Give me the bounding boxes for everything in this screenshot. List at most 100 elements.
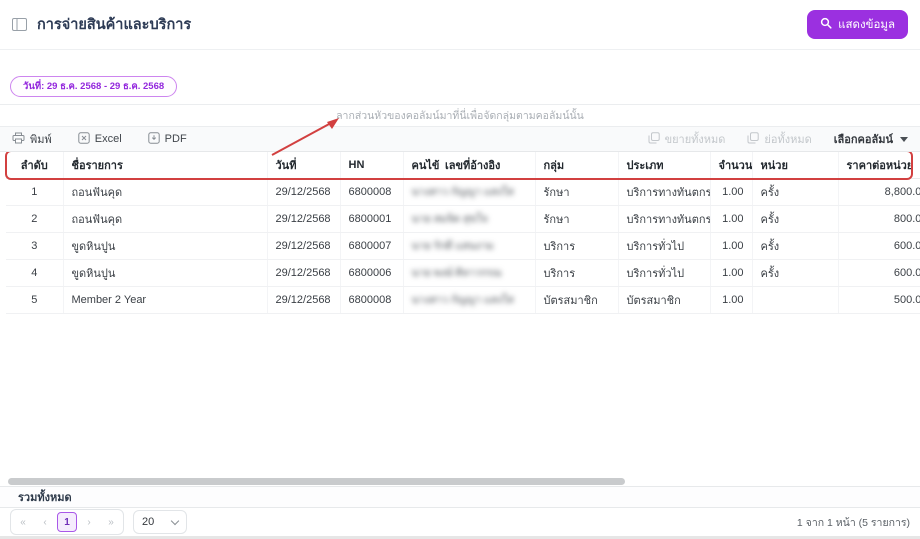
- page-size-select[interactable]: 20: [133, 510, 187, 534]
- filter-row: วันที่: 29 ธ.ค. 2568 - 29 ธ.ค. 2568: [0, 50, 920, 97]
- choose-columns-button[interactable]: เลือกคอลัมน์: [834, 130, 908, 148]
- collapse-all-label: ย่อทั้งหมด: [764, 134, 812, 146]
- table-row: 4 ขูดหินปูน 29/12/2568 6800006 นาย พงษ์ …: [6, 259, 920, 287]
- excel-label: Excel: [94, 133, 122, 145]
- summary-row: รวมทั้งหมด: [0, 486, 920, 508]
- prev-page-button[interactable]: ‹: [35, 512, 55, 532]
- patient-name-redacted: นาย พงษ์ ศิลาวรรณ: [411, 267, 502, 279]
- cell-patient: นาย รักดี แสนงาม: [403, 232, 494, 260]
- page-number-button[interactable]: 1: [57, 512, 77, 532]
- cell-item-name: ถอนฟันคุด: [63, 178, 268, 206]
- show-data-label: แสดงข้อมูล: [838, 18, 895, 31]
- collapse-all-button[interactable]: ย่อทั้งหมด: [747, 130, 812, 148]
- col-header-reference[interactable]: เลขที่อ้างอิง: [437, 152, 536, 179]
- cell-no: 2: [6, 205, 64, 233]
- search-icon: [820, 17, 832, 32]
- table-row: 2 ถอนฟันคุด 29/12/2568 6800001 นาย สมจิต…: [6, 205, 920, 233]
- pdf-label: PDF: [164, 133, 187, 145]
- cell-unit-price: 500.00: [838, 286, 920, 314]
- date-range-chip[interactable]: วันที่: 29 ธ.ค. 2568 - 29 ธ.ค. 2568: [10, 76, 178, 97]
- cell-qty: 1.00: [710, 178, 753, 206]
- cell-type: บริการทางทันตกรรม: [618, 178, 711, 206]
- expand-all-label: ขยายทั้งหมด: [664, 134, 726, 146]
- col-header-type[interactable]: ประเภท: [618, 152, 711, 179]
- data-table: ลำดับ ชื่อรายการ วันที่ HN คนไข้ เลขที่อ…: [6, 152, 920, 314]
- page-buttons-group: « ‹ 1 › »: [10, 509, 124, 535]
- cell-type: บัตรสมาชิก: [618, 286, 711, 314]
- last-page-button[interactable]: »: [101, 512, 121, 532]
- cell-unit-price: 8,800.00: [838, 178, 920, 206]
- cell-item-name: ขูดหินปูน: [63, 259, 268, 287]
- cell-type: บริการทางทันตกรรม: [618, 205, 711, 233]
- cell-qty: 1.00: [710, 205, 753, 233]
- summary-total-label: รวมทั้งหมด: [18, 492, 72, 504]
- grid-toolbar: พิมพ์ Excel PDF ขยายทั้งหมด ย่อทั้งหมด เ…: [0, 126, 920, 152]
- cell-date: 29/12/2568: [267, 178, 341, 206]
- col-header-date[interactable]: วันที่: [267, 152, 341, 179]
- col-header-group[interactable]: กลุ่ม: [535, 152, 619, 179]
- group-hint-text: ลากส่วนหัวของคอลัมน์มาที่นี่เพื่อจัดกลุ่…: [336, 110, 584, 122]
- excel-file-icon: [78, 131, 90, 147]
- next-page-button[interactable]: ›: [79, 512, 99, 532]
- cell-no: 4: [6, 259, 64, 287]
- cell-patient: นาย สมจิต สุขใจ: [403, 205, 488, 233]
- col-header-hn[interactable]: HN: [340, 152, 404, 179]
- cell-no: 5: [6, 286, 64, 314]
- cell-unit: ครั้ง: [752, 259, 839, 287]
- col-header-unit[interactable]: หน่วย: [752, 152, 839, 179]
- cell-date: 29/12/2568: [267, 259, 341, 287]
- export-pdf-button[interactable]: PDF: [147, 131, 187, 147]
- cell-type: บริการทั่วไป: [618, 232, 711, 260]
- patient-name-redacted: นาย สมจิต สุขใจ: [411, 213, 488, 225]
- cell-hn: 6800008: [340, 178, 404, 206]
- cell-date: 29/12/2568: [267, 286, 341, 314]
- app-window: การจ่ายสินค้าและบริการ แสดงข้อมูล วันที่…: [0, 0, 920, 539]
- data-grid: ลากส่วนหัวของคอลัมน์มาที่นี่เพื่อจัดกลุ่…: [0, 104, 920, 536]
- show-data-button[interactable]: แสดงข้อมูล: [807, 10, 908, 39]
- cell-patient: นางสาว กัญญา แสงใส: [403, 178, 514, 206]
- pager: « ‹ 1 › » 20: [10, 509, 187, 535]
- cell-unit: [752, 286, 839, 314]
- table-header-row: ลำดับ ชื่อรายการ วันที่ HN คนไข้ เลขที่อ…: [6, 152, 920, 179]
- expand-all-button[interactable]: ขยายทั้งหมด: [648, 130, 726, 148]
- cell-no: 1: [6, 178, 64, 206]
- collapse-all-icon: [747, 131, 760, 147]
- cell-item-name: ถอนฟันคุด: [63, 205, 268, 233]
- col-header-qty[interactable]: จำนวน: [710, 152, 753, 179]
- expand-all-icon: [648, 131, 660, 147]
- first-page-button[interactable]: «: [13, 512, 33, 532]
- pdf-file-icon: [147, 131, 160, 147]
- sidebar-toggle-icon[interactable]: [12, 18, 27, 31]
- cell-type: บริการทั่วไป: [618, 259, 711, 287]
- cell-group: รักษา: [535, 178, 619, 206]
- horizontal-scrollbar-thumb[interactable]: [8, 478, 625, 485]
- toolbar-right: ขยายทั้งหมด ย่อทั้งหมด เลือกคอลัมน์: [648, 130, 908, 148]
- print-button[interactable]: พิมพ์: [12, 130, 52, 148]
- col-header-no[interactable]: ลำดับ: [6, 152, 64, 179]
- col-header-unit-price[interactable]: ราคาต่อหน่วย: [838, 152, 920, 179]
- cell-patient: นางสาว กัญญา แสงใส: [403, 286, 514, 314]
- group-by-panel[interactable]: ลากส่วนหัวของคอลัมน์มาที่นี่เพื่อจัดกลุ่…: [0, 104, 920, 126]
- col-header-item-name[interactable]: ชื่อรายการ: [63, 152, 268, 179]
- cell-qty: 1.00: [710, 286, 753, 314]
- table-row: 5 Member 2 Year 29/12/2568 6800008 นางสา…: [6, 286, 920, 314]
- cell-hn: 6800006: [340, 259, 404, 287]
- cell-date: 29/12/2568: [267, 205, 341, 233]
- table-viewport: ลำดับ ชื่อรายการ วันที่ HN คนไข้ เลขที่อ…: [0, 152, 920, 478]
- grid-footer: « ‹ 1 › » 20 1 จาก 1 หน้า (5 รายการ): [0, 508, 920, 536]
- page-title: การจ่ายสินค้าและบริการ: [37, 17, 192, 33]
- cell-group: บัตรสมาชิก: [535, 286, 619, 314]
- cell-unit: ครั้ง: [752, 232, 839, 260]
- patient-name-redacted: นาย รักดี แสนงาม: [411, 240, 494, 252]
- page-size-value: 20: [142, 516, 155, 528]
- chevron-down-icon: [170, 516, 180, 525]
- patient-name-redacted: นางสาว กัญญา แสงใส: [411, 186, 514, 198]
- topbar: การจ่ายสินค้าและบริการ แสดงข้อมูล: [0, 0, 920, 50]
- table-row: 3 ขูดหินปูน 29/12/2568 6800007 นาย รักดี…: [6, 232, 920, 260]
- col-header-patient[interactable]: คนไข้: [403, 152, 439, 179]
- export-excel-button[interactable]: Excel: [78, 131, 122, 147]
- cell-item-name: ขูดหินปูน: [63, 232, 268, 260]
- cell-unit: ครั้ง: [752, 178, 839, 206]
- cell-patient: นาย พงษ์ ศิลาวรรณ: [403, 259, 501, 287]
- cell-no: 3: [6, 232, 64, 260]
